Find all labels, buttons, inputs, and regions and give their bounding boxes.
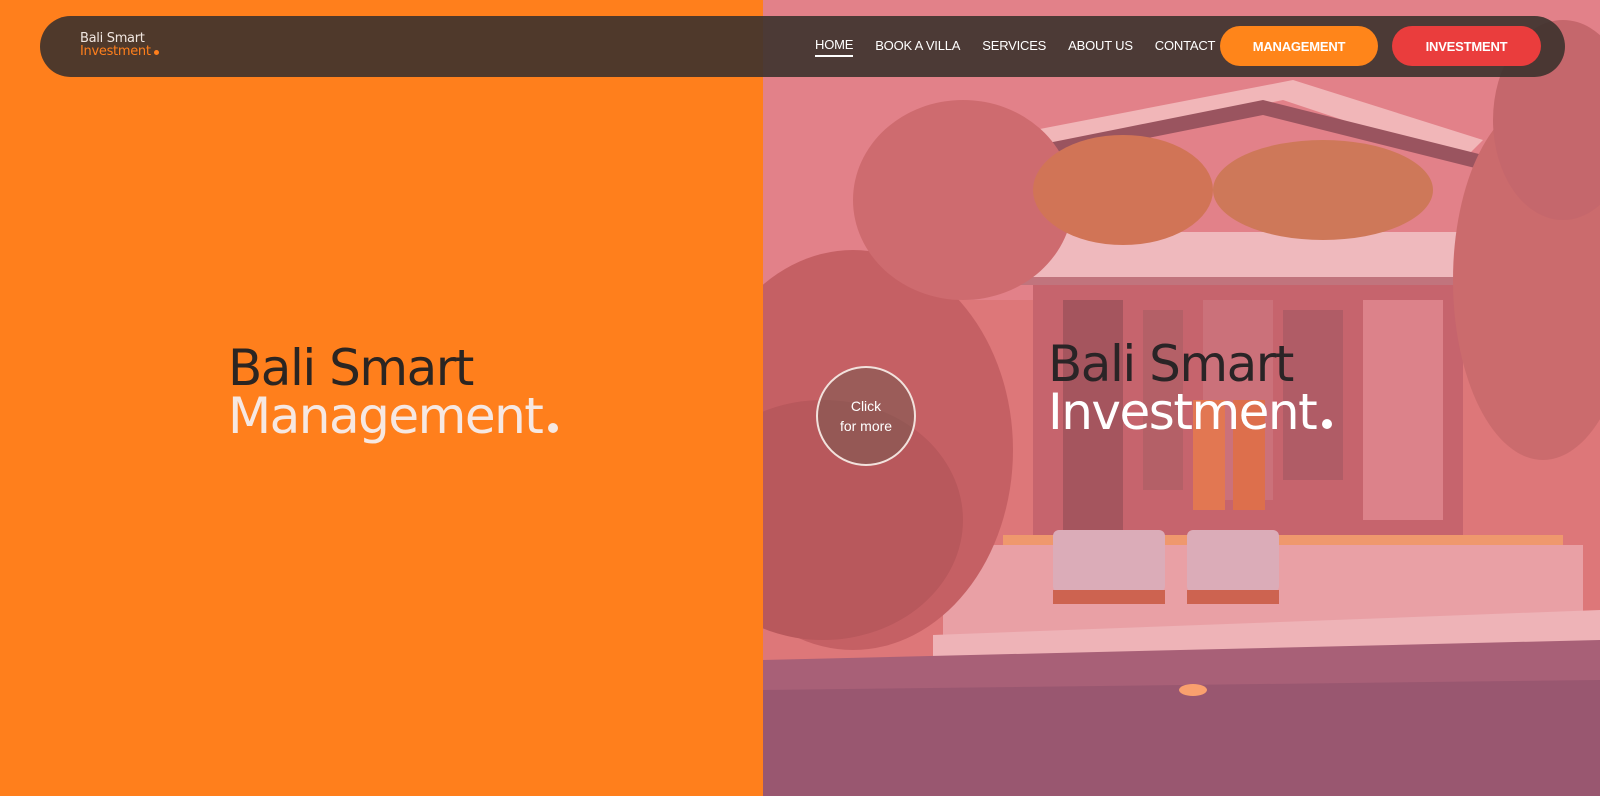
nav-contact[interactable]: CONTACT	[1155, 38, 1216, 56]
management-heading-line1: Bali Smart	[228, 339, 474, 397]
management-button[interactable]: MANAGEMENT	[1220, 26, 1378, 66]
click-for-more-button[interactable]: Click for more	[816, 366, 916, 466]
investment-button[interactable]: INVESTMENT	[1392, 26, 1541, 66]
investment-heading-line2-wrap: Investment	[1048, 387, 1333, 437]
investment-heading: Bali Smart Investment	[1048, 335, 1333, 437]
click-label: Click	[850, 398, 882, 414]
logo-dot	[153, 50, 159, 55]
brand-logo[interactable]: Bali Smart Investment	[80, 32, 159, 58]
nav-home[interactable]: HOME	[815, 37, 853, 57]
management-heading-line2-wrap: Management	[228, 391, 559, 441]
investment-heading-line2: Investment	[1048, 383, 1318, 441]
management-heading-line2: Management	[228, 387, 544, 445]
top-navbar: Bali Smart Investment HOME BOOK A VILLA …	[40, 16, 1565, 77]
investment-heading-line1: Bali Smart	[1048, 335, 1294, 393]
for-more-label: for more	[839, 418, 893, 434]
nav-about-us[interactable]: ABOUT US	[1068, 38, 1133, 56]
nav-services[interactable]: SERVICES	[982, 38, 1046, 56]
nav-links: HOME BOOK A VILLA SERVICES ABOUT US CONT…	[815, 16, 1237, 77]
management-heading: Bali Smart Management	[228, 339, 559, 441]
logo-line-2: Investment	[80, 45, 159, 58]
management-heading-dot	[548, 423, 559, 433]
logo-line-2-text: Investment	[80, 44, 151, 59]
nav-book-a-villa[interactable]: BOOK A VILLA	[875, 38, 960, 56]
investment-heading-dot	[1322, 419, 1333, 429]
